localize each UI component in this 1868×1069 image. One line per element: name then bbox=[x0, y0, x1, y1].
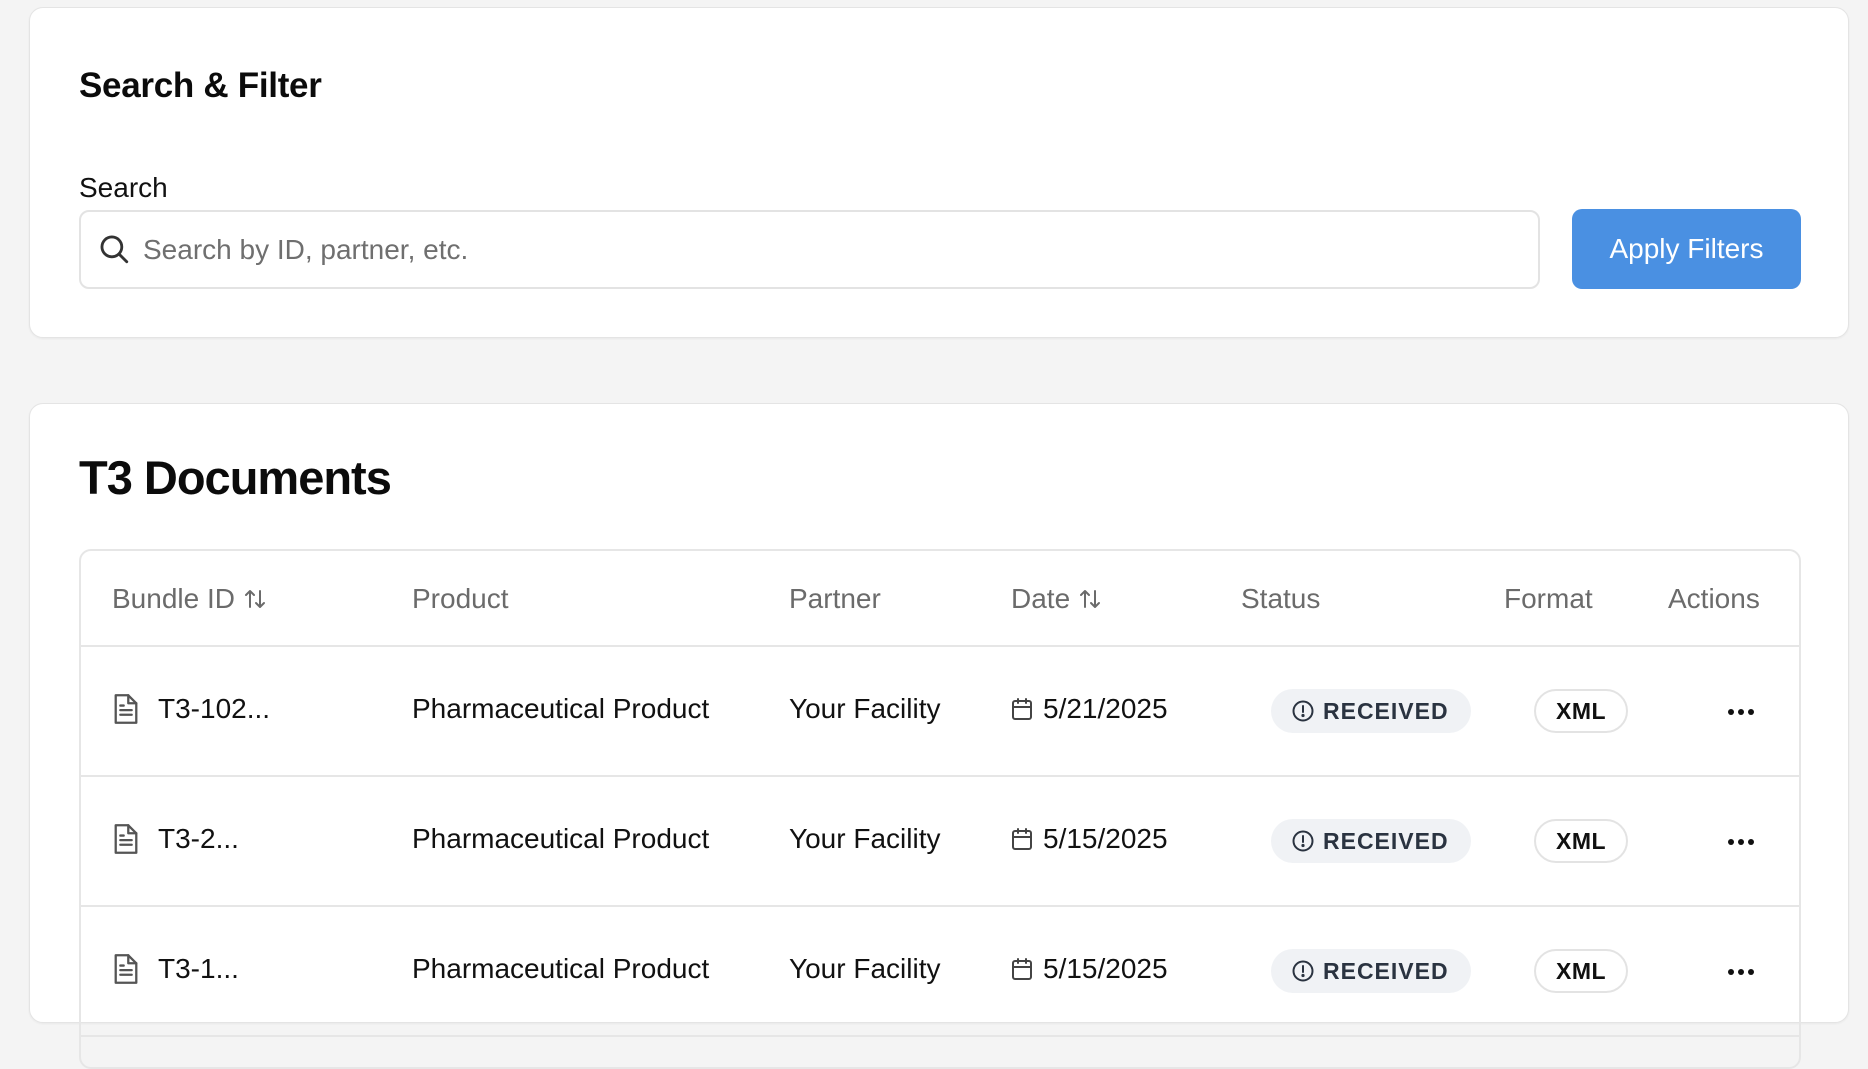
sort-icon bbox=[1080, 590, 1101, 608]
status-text: RECEIVED bbox=[1323, 697, 1449, 724]
date-text: 5/21/2025 bbox=[1043, 693, 1168, 724]
more-horizontal-icon bbox=[1728, 709, 1754, 715]
product-cell: Pharmaceutical Product bbox=[412, 953, 710, 984]
bundle-id-cell: T3-1... bbox=[112, 953, 239, 985]
column-header-status: Status bbox=[1241, 583, 1321, 614]
date-text: 5/15/2025 bbox=[1043, 953, 1168, 984]
format-badge: XML bbox=[1534, 949, 1629, 993]
more-horizontal-icon bbox=[1728, 969, 1754, 975]
sort-icon bbox=[244, 590, 265, 608]
search-filter-card: Search & Filter Search Apply Filters bbox=[29, 7, 1849, 338]
format-badge: XML bbox=[1534, 689, 1629, 733]
column-header-partner: Partner bbox=[789, 583, 881, 614]
document-icon bbox=[114, 954, 138, 984]
bundle-id-text[interactable]: T3-102... bbox=[158, 693, 270, 725]
alert-circle-icon bbox=[1292, 700, 1314, 722]
search-label: Search bbox=[79, 172, 168, 203]
column-header-date[interactable]: Date bbox=[1011, 583, 1102, 615]
row-actions-button[interactable] bbox=[1720, 951, 1762, 993]
t3-documents-card: T3 Documents Bundle ID Product Partner D… bbox=[29, 403, 1849, 1069]
more-horizontal-icon bbox=[1728, 839, 1754, 845]
partner-cell: Your Facility bbox=[789, 823, 941, 854]
format-badge: XML bbox=[1534, 819, 1629, 863]
date-cell: 5/15/2025 bbox=[1011, 823, 1168, 855]
document-icon bbox=[114, 824, 138, 854]
product-cell: Pharmaceutical Product bbox=[412, 693, 710, 724]
bundle-id-cell: T3-102... bbox=[112, 693, 270, 725]
date-cell: 5/15/2025 bbox=[1011, 953, 1168, 985]
alert-circle-icon bbox=[1292, 960, 1314, 982]
bundle-id-cell: T3-2... bbox=[112, 823, 239, 855]
partner-cell: Your Facility bbox=[789, 693, 941, 724]
bundle-id-text[interactable]: T3-1... bbox=[158, 953, 239, 985]
column-header-format: Format bbox=[1504, 583, 1593, 614]
status-text: RECEIVED bbox=[1323, 957, 1449, 984]
table-row[interactable]: T3-2... Pharmaceutical Product Your Faci… bbox=[81, 777, 1799, 907]
column-header-bundle-id[interactable]: Bundle ID bbox=[112, 583, 267, 615]
row-actions-button[interactable] bbox=[1720, 691, 1762, 733]
document-icon bbox=[114, 694, 138, 724]
status-badge: RECEIVED bbox=[1271, 819, 1471, 863]
column-header-label: Date bbox=[1011, 583, 1071, 614]
table-header: Bundle ID Product Partner Date Status Fo… bbox=[81, 551, 1799, 647]
search-icon bbox=[100, 235, 129, 264]
calendar-icon bbox=[1012, 828, 1032, 850]
search-filter-title: Search & Filter bbox=[79, 66, 322, 105]
column-header-actions: Actions bbox=[1668, 583, 1760, 614]
date-cell: 5/21/2025 bbox=[1011, 693, 1168, 725]
status-text: RECEIVED bbox=[1323, 827, 1449, 854]
apply-filters-button[interactable]: Apply Filters bbox=[1572, 209, 1801, 289]
t3-documents-title: T3 Documents bbox=[79, 451, 392, 504]
search-input[interactable] bbox=[143, 224, 1523, 276]
column-header-label: Bundle ID bbox=[112, 583, 235, 614]
row-actions-button[interactable] bbox=[1720, 821, 1762, 863]
product-cell: Pharmaceutical Product bbox=[412, 823, 710, 854]
search-box[interactable] bbox=[79, 210, 1540, 289]
calendar-icon bbox=[1012, 698, 1032, 720]
bundle-id-text[interactable]: T3-2... bbox=[158, 823, 239, 855]
table-row[interactable]: T3-1... Pharmaceutical Product Your Faci… bbox=[81, 907, 1799, 1037]
status-badge: RECEIVED bbox=[1271, 689, 1471, 733]
documents-table: Bundle ID Product Partner Date Status Fo… bbox=[79, 549, 1801, 1069]
status-badge: RECEIVED bbox=[1271, 949, 1471, 993]
table-row[interactable]: T3-102... Pharmaceutical Product Your Fa… bbox=[81, 647, 1799, 777]
calendar-icon bbox=[1012, 958, 1032, 980]
date-text: 5/15/2025 bbox=[1043, 823, 1168, 854]
partner-cell: Your Facility bbox=[789, 953, 941, 984]
column-header-product: Product bbox=[412, 583, 509, 614]
alert-circle-icon bbox=[1292, 830, 1314, 852]
